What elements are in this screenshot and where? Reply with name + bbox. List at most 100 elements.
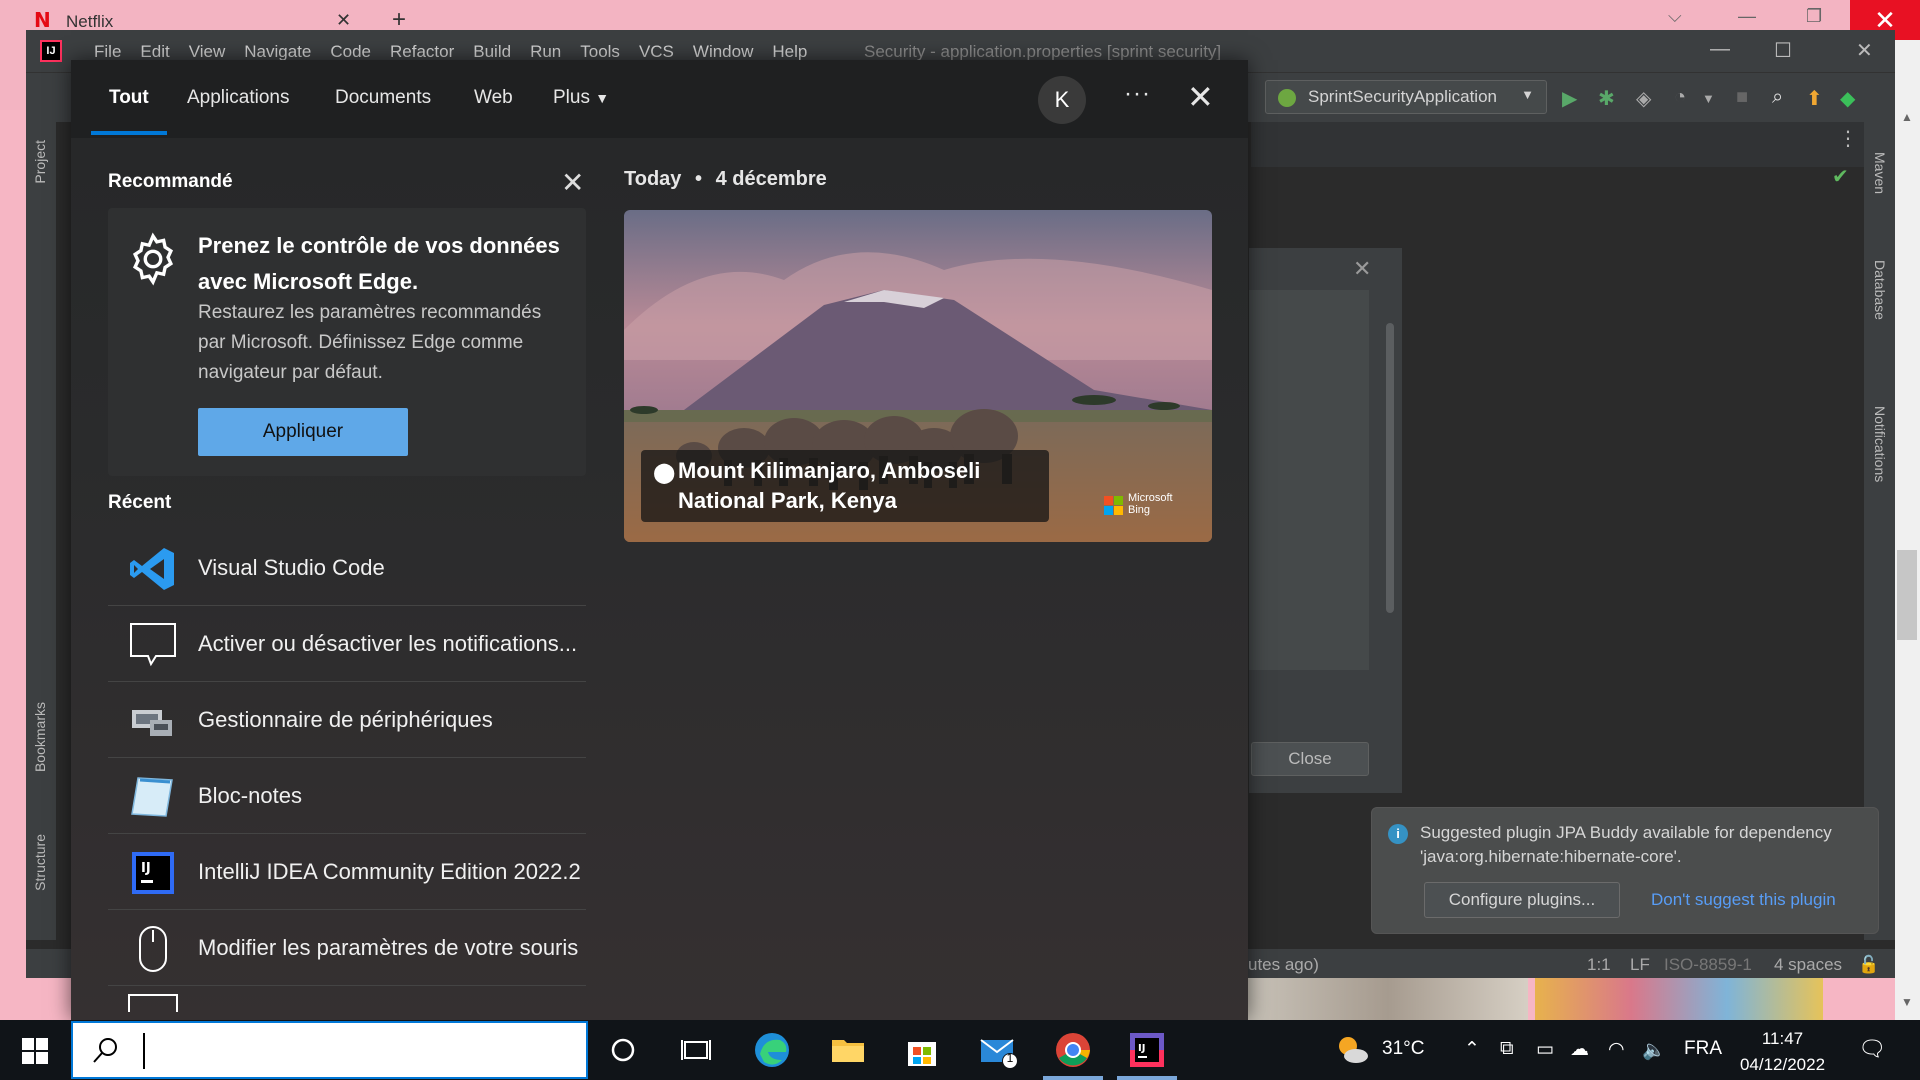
ide-minimize-icon[interactable]: — (1710, 38, 1730, 61)
more-run-chevron-icon[interactable]: ▼ (1702, 91, 1715, 106)
account-avatar[interactable]: K (1038, 76, 1086, 124)
svg-text:IJ: IJ (141, 861, 151, 876)
caret-position[interactable]: 1:1 (1587, 955, 1611, 975)
recent-item-mouse-settings[interactable]: Modifier les paramètres de votre souris (108, 910, 586, 986)
edge-icon[interactable] (752, 1030, 792, 1070)
input-language[interactable]: FRA (1684, 1038, 1722, 1060)
tab-documents[interactable]: Documents (335, 87, 431, 109)
stop-icon[interactable]: ■ (1736, 86, 1748, 109)
bing-daily-photo[interactable]: ⬤ Mount Kilimanjaro, Amboseli National P… (624, 210, 1212, 542)
project-tab[interactable]: Project (32, 140, 48, 184)
tab-web[interactable]: Web (474, 87, 513, 109)
recent-item-device-manager[interactable]: Gestionnaire de périphériques (108, 682, 586, 758)
background-dialog: ✕ Close (1248, 247, 1403, 794)
cortana-icon[interactable] (603, 1030, 643, 1070)
file-explorer-icon[interactable] (828, 1030, 868, 1070)
maven-tab[interactable]: Maven (1872, 152, 1888, 194)
bing-label-line-1: Microsoft (1128, 492, 1173, 504)
dialog-close-icon[interactable]: ✕ (1353, 256, 1371, 282)
windows-logo-pane (36, 1052, 48, 1064)
coverage-icon[interactable]: ◈ (1636, 86, 1651, 111)
dismiss-recommended-icon[interactable]: ✕ (561, 166, 584, 199)
ide-close-icon[interactable]: ✕ (1856, 38, 1873, 63)
notifications-tab[interactable]: Notifications (1872, 406, 1888, 482)
start-button[interactable] (22, 1038, 48, 1064)
netflix-icon: N (34, 8, 51, 32)
weather-icon[interactable] (1334, 1032, 1370, 1068)
search-icon (93, 1038, 117, 1063)
tab-more[interactable]: Plus ▼ (553, 87, 609, 109)
debug-icon[interactable]: ✱ (1598, 86, 1615, 111)
menu-refactor[interactable]: Refactor (390, 42, 454, 62)
task-view-icon[interactable] (676, 1030, 716, 1070)
browser-tab[interactable]: N Netflix ✕ (20, 8, 360, 32)
close-search-icon[interactable]: ✕ (1187, 78, 1214, 116)
wifi-icon[interactable]: ◠ (1608, 1038, 1625, 1061)
menu-view[interactable]: View (189, 42, 226, 62)
recent-item-notifications[interactable]: Activer ou désactiver les notifications.… (108, 606, 586, 682)
search-input[interactable] (143, 1033, 563, 1069)
toolbox-icon[interactable]: ◆ (1840, 86, 1855, 111)
recent-item-intellij[interactable]: IJ IntelliJ IDEA Community Edition 2022.… (108, 834, 586, 910)
tab-applications[interactable]: Applications (187, 87, 289, 109)
recent-item-notepad[interactable]: Bloc-notes (108, 758, 586, 834)
database-tab[interactable]: Database (1872, 260, 1888, 320)
scroll-down-icon[interactable]: ▼ (1901, 995, 1913, 1009)
browser-scrollbar[interactable]: ▲ ▼ (1895, 40, 1920, 1020)
restore-icon[interactable]: ❐ (1806, 6, 1822, 27)
menu-vcs[interactable]: VCS (639, 42, 674, 62)
lock-icon[interactable]: 🔓 (1858, 955, 1879, 975)
menu-navigate[interactable]: Navigate (244, 42, 311, 62)
vscode-icon (130, 548, 174, 590)
taskbar-clock[interactable]: 11:47 04/12/2022 (1735, 1026, 1830, 1078)
menu-build[interactable]: Build (473, 42, 511, 62)
chrome-icon[interactable] (1053, 1030, 1093, 1070)
menu-code[interactable]: Code (330, 42, 371, 62)
indent-setting[interactable]: 4 spaces (1774, 955, 1842, 975)
weather-temp[interactable]: 31°C (1382, 1038, 1424, 1060)
keyboard-icon (128, 994, 178, 1012)
configure-plugins-button[interactable]: Configure plugins... (1424, 882, 1620, 918)
run-icon[interactable]: ▶ (1562, 86, 1577, 111)
menu-window[interactable]: Window (693, 42, 753, 62)
bookmarks-tab[interactable]: Bookmarks (32, 702, 48, 772)
structure-tab[interactable]: Structure (32, 834, 48, 891)
menu-run[interactable]: Run (530, 42, 561, 62)
battery-icon[interactable]: ▭ (1536, 1038, 1554, 1061)
volume-icon[interactable]: 🔈 (1642, 1038, 1666, 1062)
ide-maximize-icon[interactable]: ☐ (1774, 38, 1792, 63)
menu-help[interactable]: Help (772, 42, 807, 62)
minimize-icon[interactable]: — (1738, 6, 1756, 27)
file-encoding[interactable]: ISO-8859-1 (1664, 955, 1752, 975)
profile-icon[interactable]: ◔ (1674, 86, 1686, 109)
update-icon[interactable]: ⬆ (1806, 86, 1823, 111)
tab-all[interactable]: Tout (109, 87, 149, 109)
action-center-icon[interactable]: 🗨 (1858, 1036, 1886, 1062)
tab-list-icon[interactable]: ⌵ (1668, 6, 1682, 27)
editor-options-icon[interactable]: ⋮ (1838, 126, 1858, 151)
more-options-icon[interactable]: ··· (1124, 80, 1151, 108)
scroll-thumb[interactable] (1897, 550, 1917, 640)
meet-now-icon[interactable]: ⧉ (1500, 1038, 1514, 1060)
line-separator[interactable]: LF (1630, 955, 1650, 975)
recent-item-vscode[interactable]: Visual Studio Code (108, 530, 586, 606)
run-configuration-select[interactable]: SprintSecurityApplication ▼ (1265, 80, 1547, 114)
close-tab-icon[interactable]: ✕ (336, 10, 351, 31)
background-thumbnail-1 (1248, 978, 1528, 1020)
onedrive-warning-icon[interactable]: ☁ (1570, 1038, 1589, 1061)
recommended-card: Prenez le contrôle de vos données avec M… (108, 208, 586, 476)
dialog-close-button[interactable]: Close (1251, 742, 1369, 776)
editor-tab-strip (1251, 122, 1864, 167)
scroll-up-icon[interactable]: ▲ (1901, 110, 1913, 124)
menu-tools[interactable]: Tools (580, 42, 620, 62)
dialog-scrollbar[interactable] (1386, 323, 1394, 613)
search-everywhere-icon[interactable]: ⌕ (1772, 86, 1783, 109)
taskbar-search-box[interactable] (71, 1021, 588, 1079)
show-hidden-icons[interactable]: ⌃ (1464, 1038, 1480, 1061)
intellij-taskbar-icon[interactable]: IJ (1127, 1030, 1167, 1070)
apply-button[interactable]: Appliquer (198, 408, 408, 456)
microsoft-store-icon[interactable] (902, 1030, 942, 1070)
menu-edit[interactable]: Edit (140, 42, 169, 62)
dont-suggest-link[interactable]: Don't suggest this plugin (1651, 890, 1836, 910)
menu-file[interactable]: File (94, 42, 121, 62)
